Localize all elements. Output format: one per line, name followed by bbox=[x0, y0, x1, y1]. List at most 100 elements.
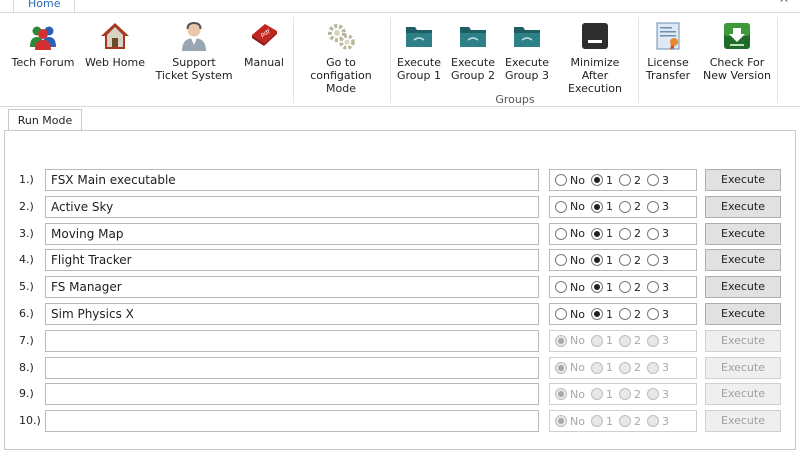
radio-button[interactable] bbox=[646, 281, 659, 294]
group-radio-1[interactable]: 1 bbox=[590, 281, 613, 294]
radio-button[interactable] bbox=[590, 308, 603, 320]
config-mode-button[interactable]: Go to configation Mode bbox=[296, 13, 386, 107]
radio-label: No bbox=[570, 227, 585, 241]
manual-button[interactable]: pdf Manual bbox=[240, 13, 288, 107]
program-name-field[interactable]: Moving Map bbox=[45, 222, 539, 245]
radio-button[interactable] bbox=[618, 200, 631, 213]
radio-button[interactable] bbox=[590, 174, 603, 186]
radio-label: 3 bbox=[661, 361, 669, 375]
radio-button[interactable] bbox=[555, 200, 567, 213]
program-name-field[interactable]: Active Sky bbox=[45, 195, 539, 218]
radio-button[interactable] bbox=[618, 254, 631, 267]
group-radio-group: No 1 2 3 bbox=[549, 383, 697, 406]
radio-button[interactable] bbox=[590, 227, 603, 240]
group-radio-1[interactable]: 1 bbox=[590, 308, 613, 321]
group-radio-no[interactable]: No bbox=[555, 174, 585, 187]
group-radio-no[interactable]: No bbox=[555, 200, 585, 213]
execute-button[interactable]: Execute bbox=[705, 249, 781, 272]
group-radio-2[interactable]: 2 bbox=[618, 280, 641, 294]
radio-button[interactable] bbox=[646, 227, 659, 240]
support-ticket-button[interactable]: Support Ticket System bbox=[152, 13, 236, 107]
radio-button[interactable] bbox=[618, 281, 631, 294]
check-new-version-button[interactable]: Check For New Version bbox=[700, 13, 774, 107]
license-transfer-button[interactable]: License Transfer bbox=[642, 13, 694, 107]
program-name-field[interactable] bbox=[45, 383, 539, 406]
group-radio-no[interactable]: No bbox=[555, 281, 585, 294]
group-radio-3[interactable]: 3 bbox=[646, 200, 669, 213]
execute-button[interactable]: Execute bbox=[705, 169, 781, 191]
group-radio-3[interactable]: 3 bbox=[646, 281, 669, 294]
tab-home[interactable]: Home bbox=[13, 0, 76, 12]
radio-button[interactable] bbox=[618, 174, 631, 186]
execute-button[interactable]: Execute bbox=[705, 222, 781, 245]
license-transfer-label: License Transfer bbox=[645, 56, 691, 82]
group-radio-group: No 1 2 3 bbox=[549, 276, 697, 299]
group-radio-no[interactable]: No bbox=[555, 254, 585, 267]
group-radio-2[interactable]: 2 bbox=[618, 253, 641, 267]
radio-button[interactable] bbox=[646, 200, 659, 213]
group-radio-3[interactable]: 3 bbox=[646, 227, 669, 240]
radio-button[interactable] bbox=[590, 254, 603, 267]
radio-button[interactable] bbox=[555, 174, 567, 186]
radio-button bbox=[618, 415, 631, 428]
radio-button bbox=[590, 388, 603, 401]
radio-button bbox=[555, 334, 567, 347]
group-radio-1[interactable]: 1 bbox=[590, 253, 613, 267]
minimize-icon bbox=[580, 21, 610, 51]
radio-label: 1 bbox=[605, 253, 613, 267]
group-radio-1: 1 bbox=[590, 361, 613, 374]
radio-label: 1 bbox=[605, 414, 613, 428]
groups-label: Groups bbox=[495, 93, 535, 106]
group-radio-group: No 1 2 3 bbox=[549, 410, 697, 433]
execute-button: Execute bbox=[705, 329, 781, 352]
program-name-field[interactable] bbox=[45, 356, 539, 379]
row-number: 2.) bbox=[19, 199, 34, 213]
radio-button bbox=[618, 388, 631, 401]
group-radio-2[interactable]: 2 bbox=[618, 227, 641, 240]
program-name-field[interactable]: Sim Physics X bbox=[45, 303, 539, 325]
group-radio-no[interactable]: No bbox=[555, 308, 585, 321]
group-radio-3[interactable]: 3 bbox=[646, 308, 669, 321]
group-radio-3[interactable]: 3 bbox=[646, 254, 669, 267]
execute-button[interactable]: Execute bbox=[705, 276, 781, 299]
execute-button[interactable]: Execute bbox=[705, 195, 781, 218]
web-home-button[interactable]: Web Home bbox=[84, 13, 146, 107]
tech-forum-button[interactable]: Tech Forum bbox=[8, 13, 78, 107]
radio-button[interactable] bbox=[646, 254, 659, 267]
group-radio-2[interactable]: 2 bbox=[618, 308, 641, 321]
group-radio-1[interactable]: 1 bbox=[590, 174, 613, 187]
radio-button[interactable] bbox=[590, 281, 603, 294]
program-name-field[interactable] bbox=[45, 329, 539, 352]
radio-button[interactable] bbox=[590, 200, 603, 213]
program-name-field[interactable]: Flight Tracker bbox=[45, 249, 539, 272]
radio-button[interactable] bbox=[555, 281, 567, 294]
execute-button: Execute bbox=[705, 383, 781, 406]
radio-button[interactable] bbox=[555, 308, 567, 320]
tab-run-mode[interactable]: Run Mode bbox=[8, 109, 82, 131]
group-radio-no[interactable]: No bbox=[555, 227, 585, 240]
program-name-field[interactable]: FSX Main executable bbox=[45, 169, 539, 191]
group-radio-1[interactable]: 1 bbox=[590, 200, 613, 214]
program-name-field[interactable] bbox=[45, 410, 539, 433]
radio-label: 2 bbox=[633, 280, 641, 294]
row-number: 8.) bbox=[19, 360, 34, 374]
radio-button[interactable] bbox=[646, 308, 659, 320]
group-radio-2[interactable]: 2 bbox=[618, 200, 641, 213]
radio-label: 1 bbox=[605, 200, 613, 214]
radio-button[interactable] bbox=[618, 227, 631, 240]
ribbon-separator bbox=[777, 17, 778, 103]
group-radio-1[interactable]: 1 bbox=[590, 227, 613, 240]
radio-button[interactable] bbox=[555, 254, 567, 267]
program-name-field[interactable]: FS Manager bbox=[45, 276, 539, 299]
radio-label: 2 bbox=[633, 253, 641, 267]
radio-label: 3 bbox=[661, 414, 669, 428]
collapse-ribbon-button[interactable]: ^ bbox=[777, 0, 791, 9]
radio-label: 3 bbox=[661, 334, 669, 348]
radio-button[interactable] bbox=[555, 227, 567, 240]
group-radio-3[interactable]: 3 bbox=[646, 174, 669, 187]
group-radio-2[interactable]: 2 bbox=[618, 174, 641, 187]
execute-button[interactable]: Execute bbox=[705, 303, 781, 325]
radio-button[interactable] bbox=[646, 174, 659, 186]
download-icon bbox=[722, 21, 752, 51]
radio-button[interactable] bbox=[618, 308, 631, 320]
